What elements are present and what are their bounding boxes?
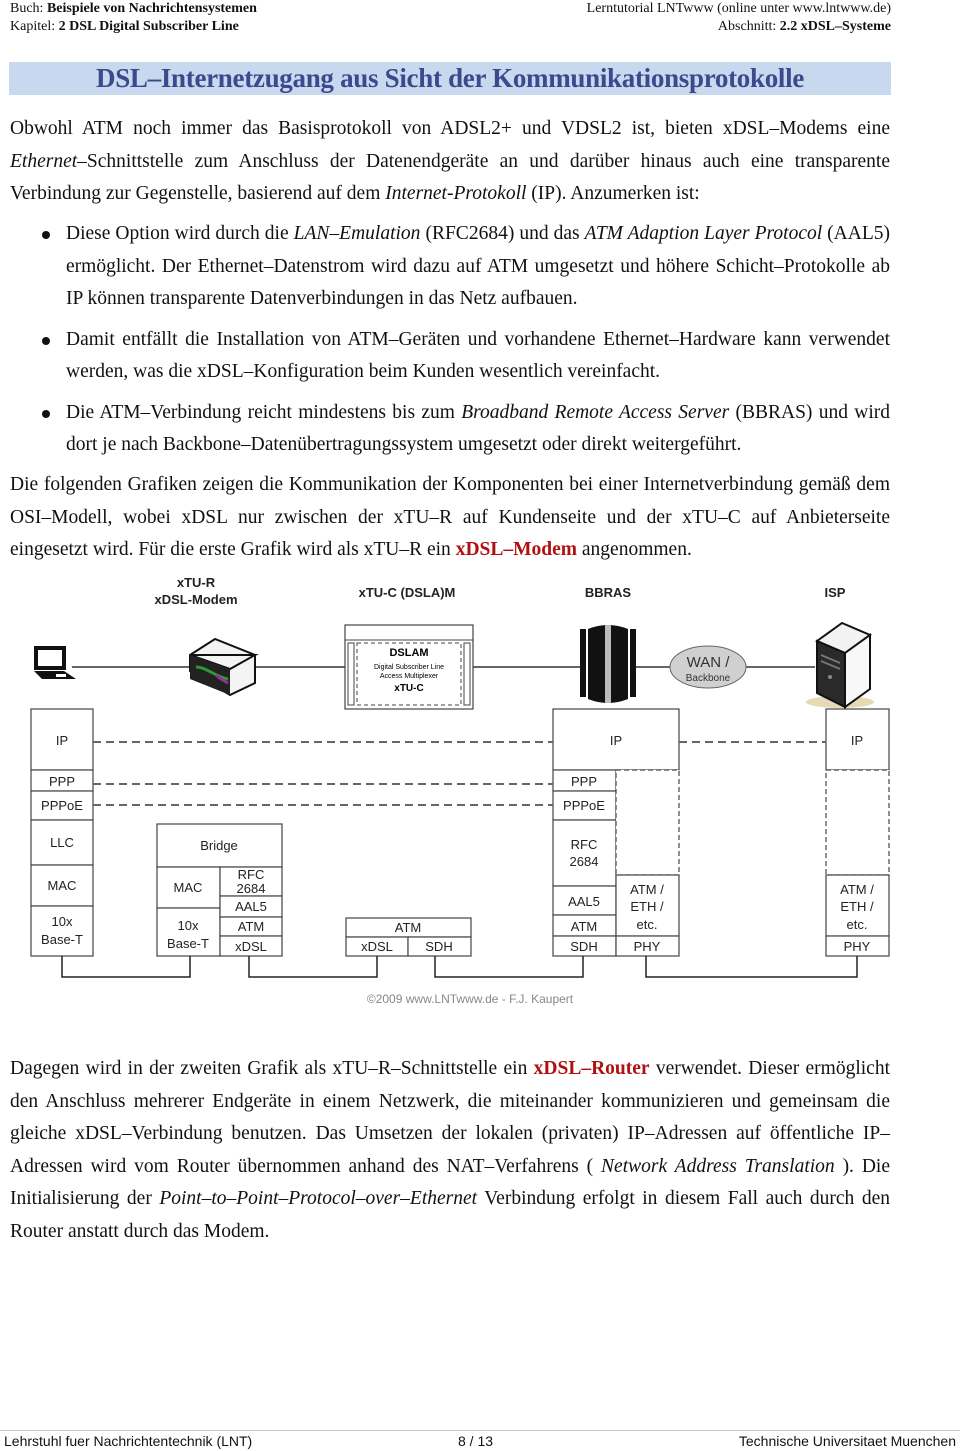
list-item: Die ATM–Verbindung reicht mindestens bis… xyxy=(10,397,890,462)
protocol-stacks xyxy=(30,708,890,957)
book-line: Buch: Beispiele von Nachrichtensystemen xyxy=(10,1,257,16)
modem-10x: 10x xyxy=(178,918,199,933)
site-label: Lerntutorial LNTwww (online unter www.ln… xyxy=(586,1,891,16)
isp-eth1: ATM / xyxy=(840,882,874,897)
dslam-icon: DSLAM Digital Subscriber Line Access Mul… xyxy=(344,624,474,710)
modem-icon xyxy=(189,637,259,697)
bullet-icon xyxy=(42,231,50,239)
laptop-icon xyxy=(34,646,76,679)
bullet-icon xyxy=(42,409,50,418)
bullet-icon xyxy=(42,336,50,345)
book-title: Beispiele von Nachrichtensystemen xyxy=(46,1,257,16)
isp-server-icon xyxy=(806,621,874,709)
peer-lines xyxy=(93,741,826,806)
router-paragraph: Dagegen wird in der zweiten Grafik als x… xyxy=(10,1058,890,1242)
bbras-phy: PHY xyxy=(634,939,661,954)
bbras-ppp: PPP xyxy=(571,774,597,789)
dslam-xtuc: xTU-C xyxy=(394,683,423,694)
section-title: 2.2 xDSL–Systeme xyxy=(779,19,891,34)
isp-eth3: etc. xyxy=(847,917,868,932)
label-xtur: xTU-R xyxy=(177,575,216,590)
list-item: Damit entfällt die Installation von ATM–… xyxy=(10,324,890,389)
xdsl-modem-link[interactable]: xDSL–Modem xyxy=(456,539,577,560)
bbras-aal5: AAL5 xyxy=(568,894,600,909)
wan-label: WAN / xyxy=(687,654,731,671)
pc-10x: 10x xyxy=(52,914,73,929)
pc-pppoe: PPPoE xyxy=(41,798,83,813)
dslam-sub2: Access Multiplexer xyxy=(380,673,439,680)
page-number: 8 / 13 xyxy=(458,1433,494,1449)
xdsl-router-link[interactable]: xDSL–Router xyxy=(534,1058,650,1079)
page-title-bar: DSL–Internetzugang aus Sicht der Kommuni… xyxy=(9,62,891,95)
physical-links xyxy=(61,956,858,978)
pc-llc: LLC xyxy=(50,835,74,850)
isp-phy: PHY xyxy=(844,939,871,954)
modem-xdsl: xDSL xyxy=(235,939,267,954)
isp-ip: IP xyxy=(851,733,863,748)
modem-2684: 2684 xyxy=(237,881,266,896)
dslam-xdsl: xDSL xyxy=(361,939,393,954)
chapter-title: 2 DSL Digital Subscriber Line xyxy=(58,19,239,34)
bbras-rfc: RFC xyxy=(571,837,598,852)
bbras-atm: ATM xyxy=(571,919,597,934)
label-isp: ISP xyxy=(825,585,846,600)
footer-university: Technische Universitaet Muenchen xyxy=(738,1433,956,1449)
pc-mac: MAC xyxy=(48,878,77,893)
footer-divider xyxy=(0,1430,960,1431)
page-title: DSL–Internetzugang aus Sicht der Kommuni… xyxy=(96,63,804,93)
bbras-ip: IP xyxy=(610,733,622,748)
footer-institute: Lehrstuhl fuer Nachrichtentechnik (LNT) xyxy=(4,1433,253,1449)
bbras-sdh: SDH xyxy=(570,939,597,954)
running-header-right: Lerntutorial LNTwww (online unter www.ln… xyxy=(587,0,891,36)
modem-aal5: AAL5 xyxy=(235,899,267,914)
bbras-eth1: ATM / xyxy=(630,882,664,897)
backbone-label: Backbone xyxy=(686,673,731,684)
figure-copyright: ©2009 www.LNTwww.de - F.J. Kaupert xyxy=(367,992,574,1006)
bullet-list: Diese Option wird durch die LAN–Emulatio… xyxy=(10,218,890,470)
dslam-sub1: Digital Subscriber Line xyxy=(374,664,444,671)
label-xtuc: xTU-C (DSLA)M xyxy=(359,585,456,600)
pc-ip: IP xyxy=(56,733,68,748)
modem-baset: Base-T xyxy=(167,936,209,951)
pc-ppp: PPP xyxy=(49,774,75,789)
bbras-2684: 2684 xyxy=(570,854,599,869)
pc-baset: Base-T xyxy=(41,932,83,947)
bbras-router-icon xyxy=(580,625,636,703)
modem-rfc: RFC xyxy=(238,867,265,882)
chapter-line: Kapitel: 2 DSL Digital Subscriber Line xyxy=(10,19,239,34)
label-bbras: BBRAS xyxy=(585,585,632,600)
label-xdsl-modem: xDSL-Modem xyxy=(154,592,237,607)
modem-atm: ATM xyxy=(238,919,264,934)
isp-eth2: ETH / xyxy=(840,899,874,914)
bbras-pppoe: PPPoE xyxy=(563,798,605,813)
modem-bridge: Bridge xyxy=(200,838,238,853)
bbras-eth2: ETH / xyxy=(630,899,664,914)
section-line: Abschnitt: 2.2 xDSL–Systeme xyxy=(717,19,891,34)
wan-backbone-icon: WAN / Backbone xyxy=(669,645,747,689)
dslam-sdh: SDH xyxy=(425,939,452,954)
protocol-stack-figure: xTU-R xDSL-Modem xTU-C (DSLA)M BBRAS ISP… xyxy=(30,575,890,1006)
dslam-title: DSLAM xyxy=(389,647,428,659)
list-item: Diese Option wird durch die LAN–Emulatio… xyxy=(10,218,890,316)
intro-paragraph: Obwohl ATM noch immer das Basisprotokoll… xyxy=(10,118,890,204)
running-header-left: Buch: Beispiele von Nachrichtensystemen … xyxy=(10,0,257,36)
dslam-atm: ATM xyxy=(395,920,421,935)
figure-intro-paragraph: Die folgenden Grafiken zeigen die Kommun… xyxy=(10,474,890,560)
bbras-eth3: etc. xyxy=(637,917,658,932)
modem-mac: MAC xyxy=(174,880,203,895)
